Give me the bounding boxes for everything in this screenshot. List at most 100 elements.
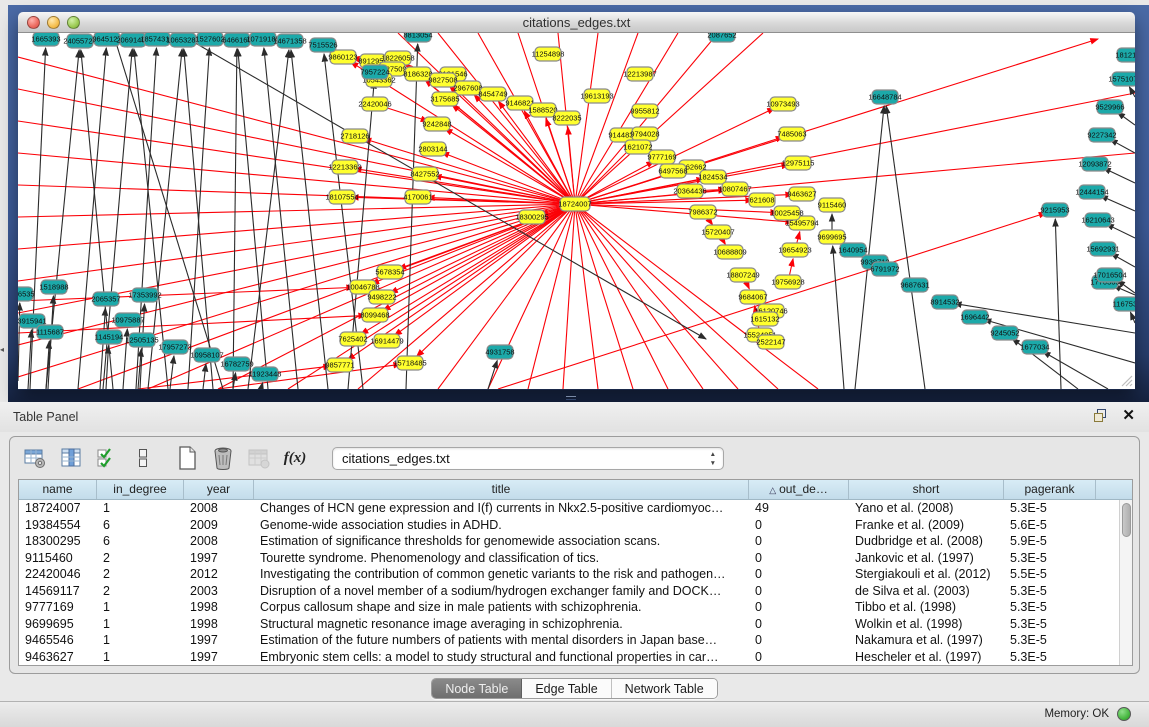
table-cell[interactable]: 22420046 <box>19 566 97 583</box>
table-cell[interactable]: Tibbo et al. (1998) <box>849 599 1004 616</box>
graph-node[interactable]: 9794028 <box>630 127 659 141</box>
graph-node[interactable]: 4170061 <box>403 190 432 204</box>
graph-edge[interactable] <box>1103 168 1135 183</box>
graph-node[interactable]: 10807467 <box>718 182 751 196</box>
graph-node[interactable]: 9215953 <box>1040 203 1069 217</box>
tab-node-table[interactable]: Node Table <box>432 679 522 698</box>
graph-node[interactable]: 14671358 <box>273 34 306 48</box>
graph-edge[interactable] <box>170 356 174 389</box>
table-cell[interactable]: de Silva et al. (2003) <box>849 583 1004 600</box>
table-cell[interactable]: 1 <box>97 500 184 517</box>
table-cell[interactable]: 9115460 <box>19 550 97 567</box>
table-row[interactable]: 946362711997Embryonic stem cells: a mode… <box>19 649 1132 666</box>
scrollbar-thumb[interactable] <box>1122 503 1131 537</box>
table-cell[interactable]: 5.3E-5 <box>1004 583 1096 600</box>
graph-node[interactable]: 15692931 <box>1086 242 1119 256</box>
graph-node[interactable]: 1145194 <box>95 330 124 344</box>
column-header-year[interactable]: year <box>184 480 254 499</box>
table-cell[interactable]: 0 <box>749 599 849 616</box>
graph-node[interactable]: 2065357 <box>91 292 120 306</box>
table-row[interactable]: 946554611997Estimation of the future num… <box>19 632 1132 649</box>
memory-status-icon[interactable] <box>1117 707 1131 721</box>
graph-edge[interactable] <box>575 33 678 204</box>
table-row[interactable]: 911546021997Tourette syndrome. Phenomeno… <box>19 550 1132 567</box>
graph-node[interactable]: 9227342 <box>1087 128 1116 142</box>
table-cell[interactable]: 6 <box>97 517 184 534</box>
graph-node[interactable]: 7625402 <box>338 332 367 346</box>
table-cell[interactable]: 5.5E-5 <box>1004 566 1096 583</box>
graph-node[interactable]: 17957273 <box>158 340 191 354</box>
table-cell[interactable]: 0 <box>749 550 849 567</box>
graph-node[interactable]: 10958107 <box>190 348 223 362</box>
attribute-table[interactable]: namein_degreeyeartitle△out_de…shortpager… <box>18 479 1133 666</box>
new-document-icon[interactable] <box>174 445 200 471</box>
table-cell[interactable]: 0 <box>749 632 849 649</box>
graph-edge[interactable] <box>1130 312 1135 323</box>
table-cell[interactable]: 0 <box>749 649 849 666</box>
graph-node[interactable]: 9498222 <box>367 290 396 304</box>
table-cell[interactable]: Estimation of significance thresholds fo… <box>254 533 749 550</box>
table-cell[interactable]: 5.3E-5 <box>1004 649 1096 666</box>
table-cell[interactable]: 1998 <box>184 599 254 616</box>
table-cell[interactable]: Franke et al. (2009) <box>849 517 1004 534</box>
graph-edge[interactable] <box>233 49 237 389</box>
graph-node[interactable]: 9684067 <box>738 290 767 304</box>
graph-node[interactable]: 1518988 <box>39 280 68 294</box>
table-cell[interactable]: Corpus callosum shape and size in male p… <box>254 599 749 616</box>
graph-node[interactable]: 12505135 <box>125 333 158 347</box>
table-cell[interactable]: Embryonic stem cells: a model to study s… <box>254 649 749 666</box>
function-builder-icon[interactable]: f(x) <box>282 445 308 471</box>
delete-trash-icon[interactable] <box>210 445 236 471</box>
table-cell[interactable]: 5.9E-5 <box>1004 533 1096 550</box>
panel-splitter-handle[interactable] <box>566 396 580 402</box>
close-panel-icon[interactable]: ✕ <box>1122 409 1135 423</box>
table-cell[interactable]: Estimation of the future numbers of pati… <box>254 632 749 649</box>
graph-node[interactable]: 2718126 <box>340 129 369 143</box>
float-window-icon[interactable] <box>1093 408 1108 423</box>
graph-node[interactable]: 1665393 <box>31 33 60 46</box>
table-row[interactable]: 1938455462009Genome-wide association stu… <box>19 517 1132 534</box>
table-row[interactable]: 2242004622012Investigating the contribut… <box>19 566 1132 583</box>
tab-edge-table[interactable]: Edge Table <box>522 679 611 698</box>
table-cell[interactable]: 1 <box>97 599 184 616</box>
table-selector-dropdown[interactable]: citations_edges.txt ▲▼ <box>332 447 724 470</box>
rows-icon[interactable] <box>130 445 156 471</box>
table-row[interactable]: 1872400712008Changes of HCN gene express… <box>19 500 1132 517</box>
graph-node[interactable]: 19756928 <box>771 275 804 289</box>
table-cell[interactable]: 5.6E-5 <box>1004 517 1096 534</box>
table-scrollbar[interactable] <box>1119 500 1132 665</box>
graph-edge[interactable] <box>575 204 778 213</box>
table-cell[interactable]: 2 <box>97 566 184 583</box>
graph-node[interactable]: 2522147 <box>756 335 785 349</box>
graph-node[interactable]: 12213987 <box>623 67 656 81</box>
graph-node[interactable]: 9529966 <box>1095 100 1124 114</box>
graph-node[interactable]: 8427552 <box>410 167 439 181</box>
select-rows-icon[interactable] <box>94 445 120 471</box>
graph-node[interactable]: 22420046 <box>358 97 391 111</box>
graph-node[interactable]: 1824534 <box>698 170 727 184</box>
graph-node[interactable]: 12975115 <box>782 156 815 170</box>
table-cell[interactable]: Hescheler et al. (1997) <box>849 649 1004 666</box>
graph-node[interactable]: 9687631 <box>900 278 929 292</box>
table-cell[interactable]: 6 <box>97 533 184 550</box>
graph-node[interactable]: 9115460 <box>818 198 847 212</box>
graph-node[interactable]: 7515526 <box>308 38 337 52</box>
table-cell[interactable]: 5.3E-5 <box>1004 599 1096 616</box>
graph-node[interactable]: 1696442 <box>960 310 989 324</box>
graph-node[interactable]: 2606535 <box>18 287 35 301</box>
graph-node[interactable]: 10973493 <box>766 97 799 111</box>
graph-edge[interactable] <box>575 204 668 389</box>
graph-edge[interactable] <box>438 204 575 389</box>
graph-node[interactable]: 621608 <box>749 193 775 207</box>
graph-node[interactable]: 7986372 <box>688 205 717 219</box>
table-cell[interactable]: Genome-wide association studies in ADHD. <box>254 517 749 534</box>
graph-node[interactable]: 9242848 <box>422 117 451 131</box>
table-cell[interactable]: 1997 <box>184 649 254 666</box>
table-cell[interactable]: Stergiakouli et al. (2012) <box>849 566 1004 583</box>
table-cell[interactable]: 0 <box>749 583 849 600</box>
graph-node[interactable]: 20364436 <box>673 184 706 198</box>
table-row[interactable]: 977716911998Corpus callosum shape and si… <box>19 599 1132 616</box>
network-window[interactable]: citations_edges.txt 18724007986012389129… <box>18 12 1135 390</box>
graph-edge[interactable] <box>188 48 209 389</box>
splitter-collapse-icon[interactable]: ◂ <box>0 345 4 354</box>
